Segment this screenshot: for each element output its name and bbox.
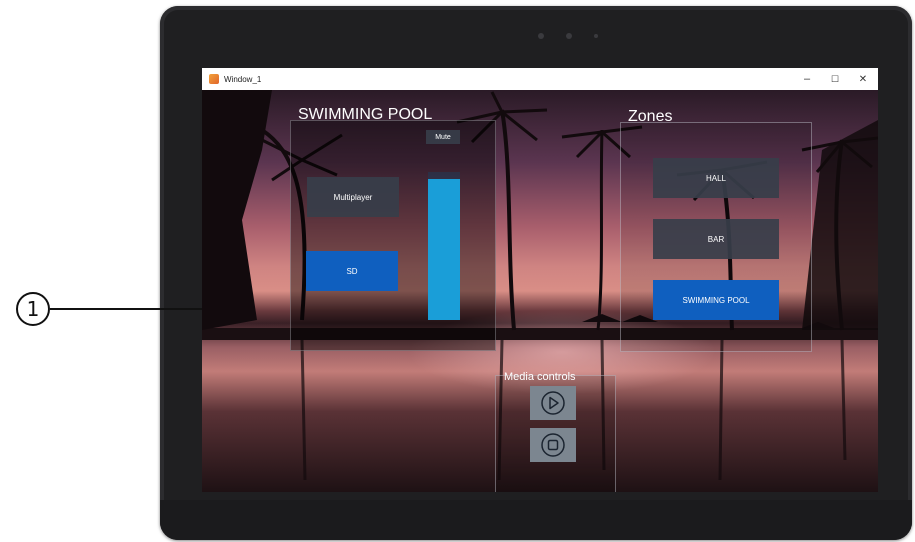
camera-lens-icon [566, 33, 572, 39]
play-icon [541, 391, 565, 415]
app-icon [209, 74, 219, 84]
close-button[interactable]: ✕ [848, 68, 878, 90]
swimming-pool-panel [290, 120, 496, 351]
volume-slider-fill [428, 179, 460, 320]
camera-light-icon [594, 34, 598, 38]
stop-button[interactable] [530, 428, 576, 462]
swimming-pool-title: SWIMMING POOL [298, 106, 433, 123]
media-controls-title: Media controls [504, 371, 576, 383]
zones-title: Zones [628, 108, 673, 125]
volume-slider[interactable] [428, 172, 460, 320]
zone-bar-button[interactable]: BAR [653, 219, 779, 259]
background-scene: SWIMMING POOL Multiplayer SD Mute Zones … [202, 90, 878, 492]
app-window: Window_1 – ☐ ✕ SWIMMING POOL Multiplayer… [202, 68, 878, 492]
title-bar: Window_1 – ☐ ✕ [202, 68, 878, 90]
callout-number: 1 [16, 292, 50, 326]
zone-swimming-pool-button[interactable]: SWIMMING POOL [653, 280, 779, 320]
window-title: Window_1 [224, 74, 262, 84]
zone-hall-button[interactable]: HALL [653, 158, 779, 198]
tablet-bezel-bottom [160, 500, 912, 540]
sd-button[interactable]: SD [306, 251, 398, 291]
multiplayer-button[interactable]: Multiplayer [307, 177, 399, 217]
camera-sensor-icon [538, 33, 544, 39]
minimize-button[interactable]: – [792, 68, 822, 90]
maximize-button[interactable]: ☐ [820, 68, 850, 90]
mute-button[interactable]: Mute [426, 130, 460, 144]
stop-icon [541, 433, 565, 457]
play-button[interactable] [530, 386, 576, 420]
